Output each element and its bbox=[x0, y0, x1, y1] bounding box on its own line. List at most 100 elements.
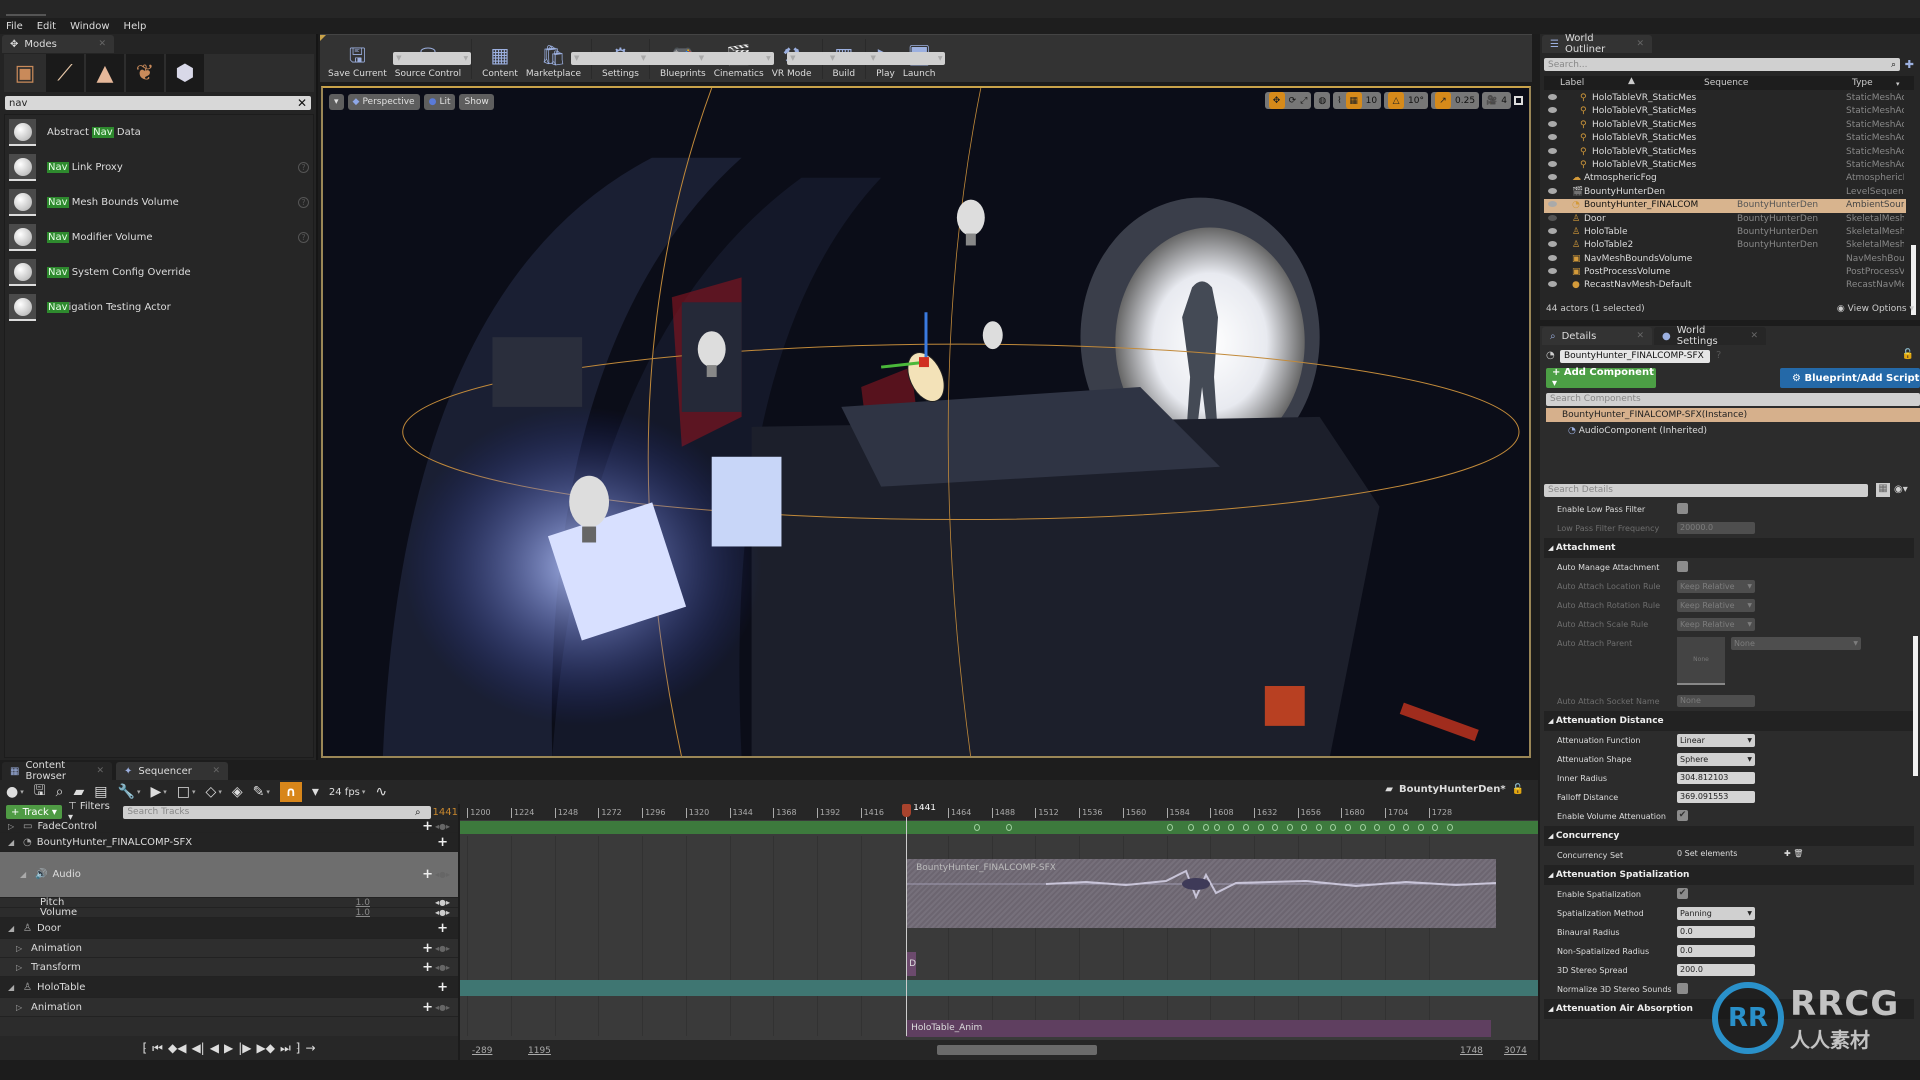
keyframe[interactable] bbox=[1432, 824, 1439, 831]
keyframe-nav-icon[interactable]: ◂●▸ bbox=[435, 822, 450, 831]
transform-track-lane[interactable] bbox=[460, 980, 1538, 996]
auto-key-button[interactable]: ◈ bbox=[232, 784, 243, 800]
toolbar-content-button[interactable]: ▦ Content bbox=[478, 36, 522, 82]
holotable-animation-section[interactable]: HoloTable_Anim bbox=[906, 1020, 1492, 1037]
checkbox[interactable] bbox=[1677, 983, 1688, 994]
outliner-row[interactable]: ● RecastNavMesh-Default RecastNavMes bbox=[1544, 279, 1906, 292]
audio-section[interactable]: BountyHunter_FINALCOMP-SFX bbox=[906, 859, 1497, 928]
keyframe[interactable] bbox=[1301, 824, 1308, 831]
keyframe[interactable] bbox=[1006, 824, 1013, 831]
collapse-arrow-icon[interactable]: ◢ bbox=[1548, 717, 1556, 725]
checkbox[interactable] bbox=[1677, 561, 1688, 572]
help-icon[interactable]: ? bbox=[298, 197, 309, 208]
geometry-mode-button[interactable]: ⬢ bbox=[166, 54, 204, 92]
details-scrollbar[interactable] bbox=[1913, 636, 1918, 776]
visibility-eye-icon[interactable] bbox=[1548, 147, 1557, 154]
fps-dropdown[interactable]: 24 fps ▾ bbox=[329, 787, 366, 798]
component-instance-row[interactable]: BountyHunter_FINALCOMP-SFX(Instance) bbox=[1546, 408, 1920, 422]
view-range-end[interactable]: 3074 bbox=[1504, 1046, 1527, 1056]
menu-edit[interactable]: Edit bbox=[37, 21, 56, 32]
expand-toggle-icon[interactable]: ▷ bbox=[16, 944, 26, 953]
menu-file[interactable]: File bbox=[6, 21, 23, 32]
scene-render[interactable] bbox=[323, 88, 1529, 758]
keyframe-nav-icon[interactable]: ◂●▸ bbox=[435, 944, 450, 953]
outliner-row[interactable]: ◔ BountyHunter_FINALCOM BountyHunterDen Amb… bbox=[1544, 199, 1906, 213]
landscape-mode-button[interactable]: ▲ bbox=[86, 54, 124, 92]
help-icon[interactable]: ? bbox=[1716, 350, 1721, 361]
tab-content-browser[interactable]: ▦ Content Browser ✕ bbox=[2, 760, 112, 782]
keyframe[interactable] bbox=[973, 824, 980, 831]
track-value[interactable]: 1.0 bbox=[356, 908, 370, 918]
rotation-snap-value[interactable]: 10° bbox=[1408, 96, 1424, 106]
keyframe[interactable] bbox=[1315, 824, 1322, 831]
place-mode-button[interactable]: ▣ bbox=[6, 54, 44, 92]
level-viewport[interactable]: ▾ ◆ Perspective ● Lit Show ✥ ⟳ ⤢ ◍ ⌇ ▦ 10 △ 10°… bbox=[321, 86, 1531, 758]
visibility-eye-icon[interactable] bbox=[1548, 214, 1557, 221]
playhead-handle[interactable] bbox=[902, 804, 912, 817]
keyframe[interactable] bbox=[1388, 824, 1395, 831]
toolbar-source-control-button[interactable]: ⛁Source Control▼ bbox=[391, 36, 472, 82]
keyframe[interactable] bbox=[1243, 824, 1249, 831]
close-icon[interactable]: ✕ bbox=[96, 766, 104, 776]
close-icon[interactable]: ✕ bbox=[1636, 331, 1644, 341]
foliage-mode-button[interactable]: ❦ bbox=[126, 54, 164, 92]
place-item[interactable]: Nav System Config Override bbox=[5, 255, 313, 290]
add-element-icon[interactable]: ✚ bbox=[1781, 849, 1793, 858]
general-options-button[interactable]: 🔧 ▾ bbox=[118, 784, 141, 800]
current-frame[interactable]: 1441 bbox=[433, 807, 458, 818]
track-row[interactable]: ▷ Animation + ◂●▸ bbox=[0, 939, 458, 958]
visibility-eye-icon[interactable] bbox=[1548, 254, 1557, 261]
visibility-eye-icon[interactable] bbox=[1548, 227, 1557, 234]
visibility-eye-icon[interactable] bbox=[1548, 107, 1557, 114]
collapse-arrow-icon[interactable]: ◢ bbox=[1548, 1005, 1556, 1013]
previous-frame-icon[interactable]: ◀| bbox=[191, 1041, 204, 1055]
lit-button[interactable]: ● Lit bbox=[423, 94, 456, 110]
sequencer-timeline[interactable]: 1200 1224 1248 1272 1296 1320 1344 1368 1392 1416… bbox=[460, 804, 1538, 1060]
fade-track-lane[interactable] bbox=[460, 821, 1538, 834]
visibility-eye-icon[interactable] bbox=[1548, 94, 1557, 100]
keyframe[interactable] bbox=[1374, 824, 1381, 831]
close-icon[interactable]: ✕ bbox=[1636, 39, 1644, 49]
expand-toggle-icon[interactable]: ▷ bbox=[16, 963, 26, 972]
place-search-input[interactable]: nav ✕ bbox=[5, 96, 311, 110]
scale-snap-toggle-icon[interactable]: ↗ bbox=[1435, 92, 1451, 109]
menu-window[interactable]: Window bbox=[70, 21, 109, 32]
dropdown-select[interactable]: Sphere bbox=[1677, 753, 1755, 766]
checkbox[interactable]: ✔ bbox=[1677, 888, 1688, 899]
add-track-icon[interactable]: + bbox=[422, 867, 433, 882]
outliner-row[interactable]: 🎬BountyHunterDen LevelSequence bbox=[1544, 186, 1906, 199]
tab-sequencer[interactable]: ✦ Sequencer ✕ bbox=[116, 762, 228, 780]
key-options-button[interactable]: ◇ ▾ bbox=[206, 784, 222, 800]
collapse-arrow-icon[interactable]: ◢ bbox=[1548, 871, 1556, 879]
outliner-row[interactable]: ⚲ HoloTableVR_StaticMes StaticMeshAct bbox=[1544, 159, 1906, 172]
outliner-row[interactable]: ☁AtmosphericFogAtmosphericFog bbox=[1544, 172, 1906, 185]
keyframe-nav-icon[interactable]: ◂●▸ bbox=[435, 1003, 450, 1012]
expand-toggle-icon[interactable]: ◢ bbox=[20, 870, 30, 879]
keyframe[interactable] bbox=[1272, 824, 1279, 831]
keyframe[interactable] bbox=[1417, 824, 1424, 831]
track-row[interactable]: ◢ ♙ Door + bbox=[0, 918, 458, 939]
outliner-row[interactable]: ♙HoloTable2 BountyHunterDen SkeletalMeshA bbox=[1544, 239, 1906, 252]
visibility-eye-icon[interactable] bbox=[1548, 241, 1557, 248]
track-row[interactable]: ▷ Transform + ◂●▸ bbox=[0, 958, 458, 977]
blueprint-add-script-button[interactable]: ⚙ Blueprint/Add Script bbox=[1780, 368, 1920, 388]
checkbox[interactable]: ✔ bbox=[1677, 810, 1688, 821]
tab-world-settings[interactable]: ● World Settings ✕ bbox=[1654, 325, 1766, 347]
number-field[interactable]: 200.0 bbox=[1677, 964, 1755, 976]
set-end-icon[interactable]: ⁆ bbox=[296, 1041, 301, 1055]
expand-toggle-icon[interactable]: ◢ bbox=[8, 983, 18, 992]
place-item[interactable]: Nav Link Proxy? bbox=[5, 150, 313, 185]
collapse-arrow-icon[interactable]: ◢ bbox=[1548, 832, 1556, 840]
keyframe-nav-icon[interactable]: ◂●▸ bbox=[435, 963, 450, 972]
track-row[interactable]: ◢ 🔊 Audio + ◂●▸ bbox=[0, 852, 458, 898]
curve-editor-button[interactable]: ∿ bbox=[375, 784, 387, 800]
clear-search-icon[interactable]: ✕ bbox=[297, 96, 307, 110]
playhead[interactable]: 1441 bbox=[902, 804, 936, 1036]
door-animation-section[interactable]: D bbox=[906, 952, 917, 976]
find-in-content-button[interactable]: ⌕ bbox=[56, 784, 64, 800]
close-icon[interactable]: ✕ bbox=[212, 766, 220, 776]
asset-thumbnail[interactable]: None bbox=[1677, 637, 1725, 685]
visibility-eye-icon[interactable] bbox=[1548, 201, 1557, 208]
add-track-icon[interactable]: + bbox=[437, 835, 448, 850]
next-frame-icon[interactable]: |▶ bbox=[238, 1041, 251, 1055]
